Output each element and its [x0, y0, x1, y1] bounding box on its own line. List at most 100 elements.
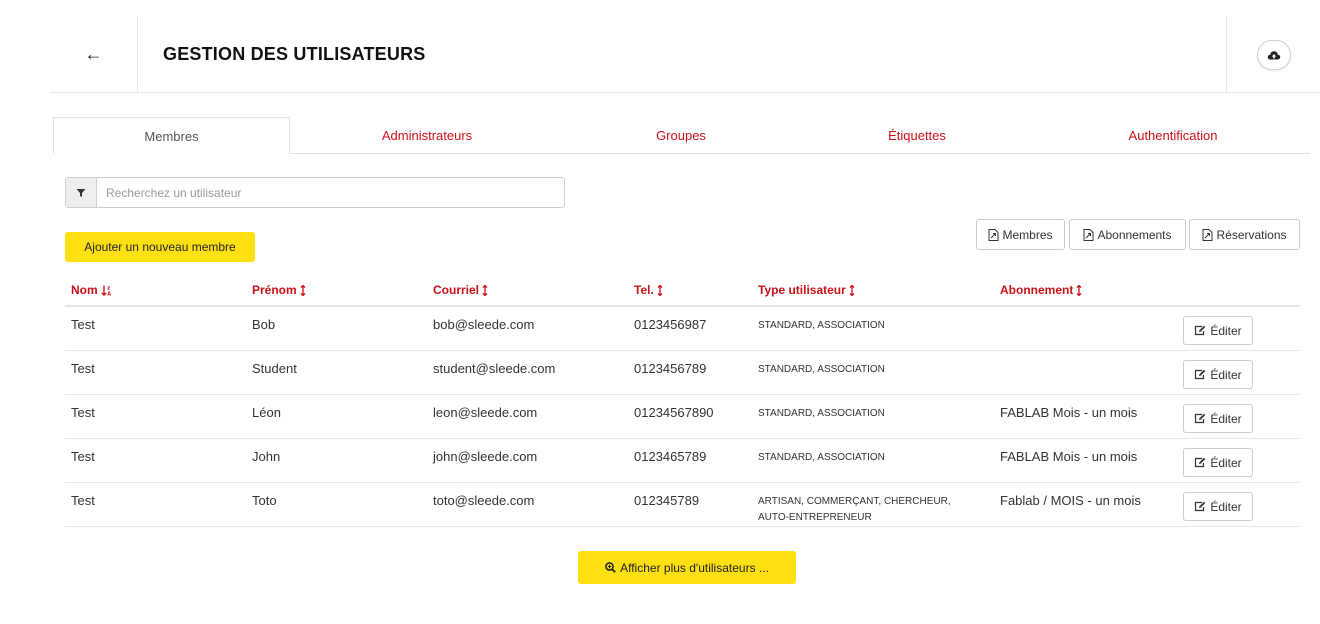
filter-addon [66, 178, 97, 207]
file-export-icon [988, 228, 999, 241]
edit-label: Éditer [1210, 455, 1242, 470]
edit-button[interactable]: Éditer [1183, 448, 1253, 477]
page-title: GESTION DES UTILISATEURS [163, 44, 426, 64]
cell-courriel: bob@sleede.com [433, 317, 535, 332]
edit-button[interactable]: Éditer [1183, 492, 1253, 521]
sort-header-courriel[interactable]: Courriel [433, 283, 488, 297]
add-member-button[interactable]: Ajouter un nouveau membre [65, 232, 255, 262]
cell-nom: Test [71, 405, 95, 420]
search-input[interactable] [97, 178, 564, 207]
edit-icon [1195, 413, 1206, 424]
sort-header-tel[interactable]: Tel. [634, 283, 663, 297]
cell-courriel: leon@sleede.com [433, 405, 538, 420]
export-subscriptions-button[interactable]: Abonnements [1069, 219, 1186, 250]
arrow-left-icon: ← [84, 44, 103, 64]
export-reservations-button[interactable]: Réservations [1189, 219, 1300, 250]
sort-header-type[interactable]: Type utilisateur [758, 283, 855, 297]
edit-icon [1195, 501, 1206, 512]
tab-administrateurs[interactable]: Administrateurs [290, 117, 564, 154]
show-more-users-button[interactable]: Afficher plus d'utilisateurs ... [578, 551, 796, 584]
sort-header-abonnement[interactable]: Abonnement [1000, 283, 1082, 297]
sort-icon [1076, 284, 1082, 296]
search-plus-icon [605, 562, 616, 573]
sort-icon [482, 284, 488, 296]
edit-label: Éditer [1210, 499, 1242, 514]
cell-courriel: student@sleede.com [433, 361, 556, 376]
cell-tel: 01234567890 [634, 405, 714, 420]
cloud-upload-icon [1267, 50, 1280, 59]
cell-type: STANDARD, ASSOCIATION [758, 364, 885, 375]
table-row: Test Student student@sleede.com 01234567… [65, 351, 1300, 395]
cell-courriel: john@sleede.com [433, 449, 538, 464]
edit-icon [1195, 369, 1206, 380]
cell-type: STANDARD, ASSOCIATION [758, 408, 885, 419]
edit-icon [1195, 457, 1206, 468]
sort-alpha-icon: z A [100, 285, 111, 296]
tab-groupes[interactable]: Groupes [564, 117, 798, 154]
cell-type-line: ARTISAN, COMMERÇANT, CHERCHEUR, [758, 496, 951, 507]
cell-tel: 0123465789 [634, 449, 707, 464]
table-row: Test Bob bob@sleede.com 0123456987 STAND… [65, 307, 1300, 351]
filter-icon [76, 188, 86, 197]
tab-membres[interactable]: Membres [53, 117, 290, 154]
export-members-label: Membres [1002, 227, 1053, 242]
header-label: Nom [71, 283, 98, 297]
cell-abonnement: FABLAB Mois - un mois [1000, 405, 1138, 420]
sort-header-nom[interactable]: Nom z A [71, 283, 113, 297]
tab-etiquettes[interactable]: Étiquettes [798, 117, 1036, 154]
edit-button[interactable]: Éditer [1183, 404, 1253, 433]
sort-header-prenom[interactable]: Prénom [252, 283, 306, 297]
table-header: Nom z A Prénom Courriel Tel. Type utilis… [65, 277, 1300, 307]
cell-type: STANDARD, ASSOCIATION [758, 452, 885, 463]
cell-prenom: Bob [252, 317, 276, 332]
table-row: Test John john@sleede.com 0123465789 STA… [65, 439, 1300, 483]
header-label: Abonnement [1000, 283, 1074, 297]
file-export-icon [1083, 228, 1094, 241]
edit-button[interactable]: Éditer [1183, 316, 1253, 345]
cell-type-line: AUTO-ENTREPRENEUR [758, 512, 872, 523]
export-members-button[interactable]: Membres [976, 219, 1065, 250]
show-more-label: Afficher plus d'utilisateurs ... [620, 560, 769, 575]
table-row: Test Toto toto@sleede.com 012345789 ARTI… [65, 483, 1300, 527]
cell-tel: 0123456987 [634, 317, 707, 332]
sort-icon [849, 284, 855, 296]
svg-text:A: A [107, 291, 111, 296]
edit-label: Éditer [1210, 323, 1242, 338]
cell-prenom: John [252, 449, 281, 464]
cell-prenom: Student [252, 361, 297, 376]
back-button[interactable]: ← [50, 16, 138, 93]
members-table: Nom z A Prénom Courriel Tel. Type utilis… [65, 277, 1300, 527]
edit-label: Éditer [1210, 367, 1242, 382]
search-box [65, 177, 565, 208]
sort-icon [657, 284, 663, 296]
cell-nom: Test [71, 317, 95, 332]
cell-courriel: toto@sleede.com [433, 493, 535, 508]
edit-button[interactable]: Éditer [1183, 360, 1253, 389]
export-reservations-label: Réservations [1216, 227, 1287, 242]
header-actions [1226, 16, 1320, 93]
header-label: Courriel [433, 283, 480, 297]
cell-prenom: Toto [252, 493, 277, 508]
table-row: Test Léon leon@sleede.com 01234567890 ST… [65, 395, 1300, 439]
header-label: Tel. [634, 283, 654, 297]
cell-type: STANDARD, ASSOCIATION [758, 320, 885, 331]
cell-nom: Test [71, 493, 95, 508]
cell-nom: Test [71, 449, 95, 464]
cell-tel: 0123456789 [634, 361, 707, 376]
cell-abonnement: FABLAB Mois - un mois [1000, 449, 1138, 464]
page-header: ← GESTION DES UTILISATEURS [50, 16, 1320, 93]
cell-abonnement: Fablab / MOIS - un mois [1000, 493, 1141, 508]
cell-nom: Test [71, 361, 95, 376]
cloud-upload-button[interactable] [1256, 39, 1291, 70]
edit-label: Éditer [1210, 411, 1242, 426]
header-label: Type utilisateur [758, 283, 846, 297]
cell-prenom: Léon [252, 405, 281, 420]
sort-icon [300, 284, 306, 296]
cell-tel: 012345789 [634, 493, 700, 508]
file-export-icon [1202, 228, 1213, 241]
edit-icon [1195, 325, 1206, 336]
header-label: Prénom [252, 283, 297, 297]
cell-type: ARTISAN, COMMERÇANT, CHERCHEUR, AUTO-ENT… [758, 494, 951, 526]
tabs-bar: Membres Administrateurs Groupes Étiquett… [53, 117, 1310, 154]
tab-authentification[interactable]: Authentification [1036, 117, 1310, 154]
